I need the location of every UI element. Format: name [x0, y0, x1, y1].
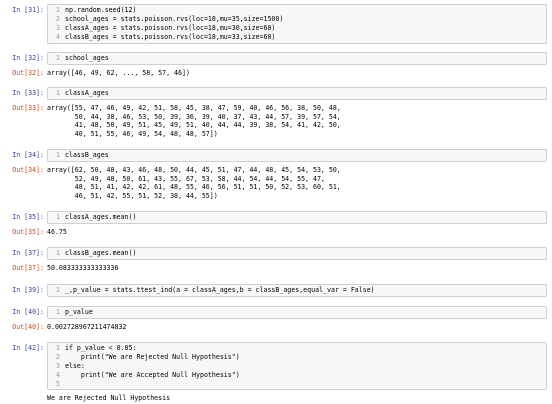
cell-output: We are Rejected Null Hypothesis	[47, 394, 171, 402]
cell-output: array([62, 50, 48, 43, 46, 48, 50, 44, 4…	[47, 166, 341, 200]
input-prompt: In [40]:	[12, 308, 44, 316]
code-editor[interactable]: 1 p_value	[47, 306, 547, 319]
output-prompt: Out[37]:	[12, 264, 44, 272]
code-editor[interactable]: 1 classA_ages.mean()	[47, 211, 547, 224]
code-line[interactable]: classA_ages	[65, 89, 109, 98]
cell-output: 46.75	[47, 228, 67, 236]
line-number: 3	[56, 24, 60, 32]
line-number: 1	[56, 151, 60, 159]
code-editor[interactable]: 1 classB_ages	[47, 149, 547, 162]
code-line[interactable]: classB_ages	[65, 151, 109, 160]
line-number: 4	[56, 371, 60, 379]
code-editor[interactable]: 1 _,p_value = stats.ttest_ind(a = classA_…	[47, 284, 547, 297]
input-prompt: In [42]:	[12, 344, 44, 352]
line-number: 1	[56, 308, 60, 316]
input-prompt: In [31]:	[12, 6, 44, 14]
code-line[interactable]: if p_value < 0.05:	[65, 344, 136, 353]
code-line[interactable]: classA_ages.mean()	[65, 213, 136, 222]
line-number: 2	[56, 15, 60, 23]
code-line[interactable]: school_ages	[65, 54, 109, 63]
code-line[interactable]: school_ages = stats.poisson.rvs(loc=18,m…	[65, 15, 283, 24]
line-number: 1	[56, 89, 60, 97]
input-prompt: In [32]:	[12, 54, 44, 62]
input-prompt: In [34]:	[12, 151, 44, 159]
line-number: 3	[56, 362, 60, 370]
code-line[interactable]: else:	[65, 362, 85, 371]
code-line[interactable]: classB_ages.mean()	[65, 249, 136, 258]
code-line[interactable]: print("We are Accepted Null Hypothesis")	[65, 371, 240, 380]
code-editor[interactable]: 1 classB_ages.mean()	[47, 247, 547, 260]
cell-output: 0.002728967211474832	[47, 323, 127, 331]
input-prompt: In [35]:	[12, 213, 44, 221]
output-prompt: Out[32]:	[12, 69, 44, 77]
output-prompt: Out[40]:	[12, 323, 44, 331]
input-prompt: In [33]:	[12, 89, 44, 97]
code-line[interactable]: print("We are Rejected Null Hypothesis")	[65, 353, 240, 362]
line-number: 1	[56, 54, 60, 62]
code-line[interactable]: classA_ages = stats.poisson.rvs(loc=18,m…	[65, 24, 275, 33]
cell-output: array([55, 47, 46, 49, 42, 51, 58, 45, 3…	[47, 104, 341, 138]
code-editor[interactable]: 1 classA_ages	[47, 87, 547, 100]
output-prompt: Out[33]:	[12, 104, 44, 112]
output-prompt: Out[34]:	[12, 166, 44, 174]
line-number: 5	[56, 380, 60, 388]
line-number: 1	[56, 213, 60, 221]
code-editor[interactable]: 1 np.random.seed(12) 2 school_ages = stats…	[47, 4, 547, 44]
line-number: 1	[56, 344, 60, 352]
code-line[interactable]: np.random.seed(12)	[65, 6, 136, 15]
code-line[interactable]: classB_ages = stats.poisson.rvs(loc=18,m…	[65, 33, 275, 42]
line-number: 1	[56, 249, 60, 257]
code-line[interactable]: _,p_value = stats.ttest_ind(a = classA_a…	[65, 286, 375, 295]
input-prompt: In [37]:	[12, 249, 44, 257]
code-editor[interactable]: 1 school_ages	[47, 52, 547, 65]
line-number: 1	[56, 286, 60, 294]
line-number: 4	[56, 33, 60, 41]
code-editor[interactable]: 1 if p_value < 0.05: 2 print("We are Reje…	[47, 342, 547, 390]
line-number: 1	[56, 6, 60, 14]
cell-output: 50.083333333333336	[47, 264, 119, 272]
line-number: 2	[56, 353, 60, 361]
input-prompt: In [39]:	[12, 286, 44, 294]
cell-output: array([46, 49, 62, ..., 58, 57, 46])	[47, 69, 190, 77]
output-prompt: Out[35]:	[12, 228, 44, 236]
code-line[interactable]: p_value	[65, 308, 93, 317]
